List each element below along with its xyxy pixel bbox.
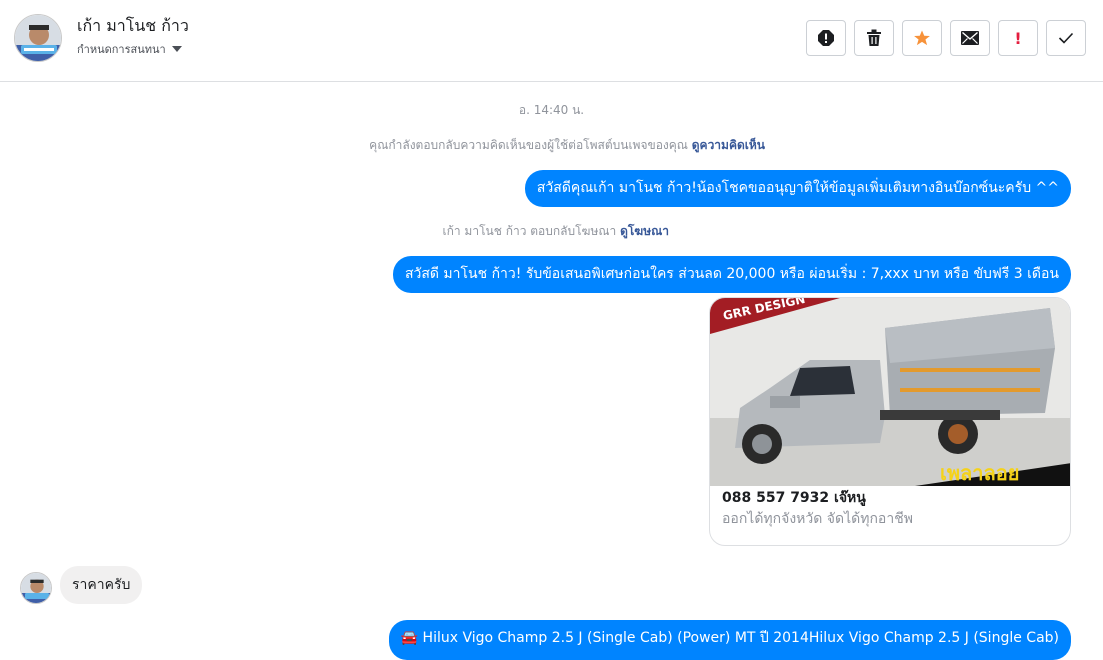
delete-button[interactable] <box>854 20 894 56</box>
view-ad-link[interactable]: ดูโฆษณา <box>620 224 669 238</box>
contact-avatar[interactable] <box>14 14 62 62</box>
ad-card[interactable]: GRR DESIGN เพลาลอย 088 557 7932 เจ๊หนู อ… <box>709 297 1071 546</box>
outgoing-message: สวัสดี มาโนช ก้าว! รับข้อเสนอพิเศษก่อนใค… <box>392 256 1071 293</box>
timestamp: อ. 14:40 น. <box>518 103 585 117</box>
mark-done-button[interactable] <box>1046 20 1086 56</box>
outgoing-message: สวัสดีคุณเก้า มาโนช ก้าว!น้องโชคขออนุญาต… <box>524 170 1071 207</box>
report-icon <box>818 30 834 46</box>
system-notice-comment: คุณกำลังตอบกลับความคิดเห็นของผู้ใช้ต่อโพ… <box>369 136 765 155</box>
system-notice-ad: เก้า มาโนช ก้าว ตอบกลับโฆษณา ดูโฆษณา <box>443 222 669 241</box>
trash-icon <box>867 29 881 46</box>
mark-important-button[interactable]: ! <box>998 20 1038 56</box>
system-notice-text: คุณกำลังตอบกลับความคิดเห็นของผู้ใช้ต่อโพ… <box>369 138 688 152</box>
card-title: 088 557 7932 เจ๊หนู <box>722 490 866 506</box>
report-button[interactable] <box>806 20 846 56</box>
mark-unread-button[interactable] <box>950 20 990 56</box>
card-subtitle: ออกได้ทุกจังหวัด จัดได้ทุกอาชีพ <box>722 511 913 527</box>
contact-avatar-small[interactable] <box>20 572 52 604</box>
assign-label: กำหนดการสนทนา <box>77 43 166 56</box>
caret-down-icon <box>171 46 182 52</box>
contact-name: เก้า มาโนช ก้าว <box>77 16 189 35</box>
truck-photo: GRR DESIGN เพลาลอย <box>710 298 1070 486</box>
system-notice-text: เก้า มาโนช ก้าว ตอบกลับโฆษณา <box>442 224 617 238</box>
outgoing-message: 🚘 Hilux Vigo Champ 2.5 J (Single Cab) (P… <box>388 620 1071 660</box>
check-icon <box>1058 32 1074 44</box>
card-caption-text: เพลาลอย <box>940 461 1020 485</box>
star-button[interactable] <box>902 20 942 56</box>
envelope-icon <box>961 31 979 45</box>
assign-conversation-dropdown[interactable]: กำหนดการสนทนา <box>77 40 182 58</box>
star-icon <box>914 30 930 46</box>
exclamation-icon: ! <box>1014 28 1022 48</box>
view-comment-link[interactable]: ดูความคิดเห็น <box>692 138 765 152</box>
conversation-header: เก้า มาโนช ก้าว กำหนดการสนทนา ! <box>0 0 1103 82</box>
action-toolbar: ! <box>806 20 1086 56</box>
incoming-message: ราคาครับ <box>60 566 143 604</box>
